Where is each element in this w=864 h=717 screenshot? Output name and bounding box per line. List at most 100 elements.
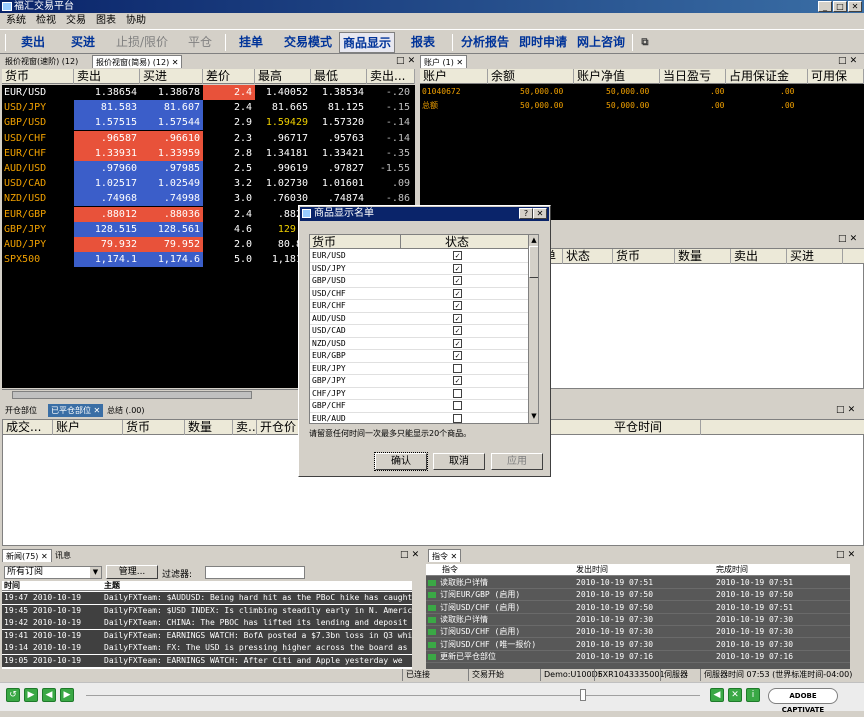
- col-pos-currency[interactable]: 货币: [123, 420, 185, 435]
- buy-button[interactable]: 买进: [64, 32, 102, 53]
- col-subject[interactable]: 主题: [104, 581, 120, 591]
- news-subscription-select[interactable]: 所有订阅 ▼: [4, 566, 102, 579]
- instant-apply-button[interactable]: 即时申请: [517, 32, 569, 53]
- command-row[interactable]: 读取账户详情 2010-10-19 07:51 2010-10-19 07:51: [426, 577, 850, 589]
- account-row[interactable]: 总额 50,000.00 50,000.00 .00 .00: [420, 99, 860, 113]
- col-time[interactable]: 时间: [4, 581, 20, 591]
- progress-track[interactable]: [86, 695, 700, 696]
- col-pos-account[interactable]: 账户: [53, 420, 123, 435]
- product-list-scroll-thumb[interactable]: [529, 246, 538, 278]
- product-checkbox[interactable]: [453, 413, 462, 423]
- product-checkbox[interactable]: ✓: [453, 263, 462, 273]
- menu-chart[interactable]: 图表: [96, 13, 116, 29]
- product-list-item[interactable]: GBP/JPY ✓: [310, 375, 528, 388]
- news-row[interactable]: 19:05 2010-10-19 DailyFXTeam: EARNINGS WA…: [2, 654, 412, 667]
- col-spread[interactable]: 差价: [203, 69, 255, 84]
- minimize-button[interactable]: _: [818, 1, 832, 12]
- product-list-item[interactable]: CHF/JPY: [310, 388, 528, 400]
- dialog-close-icon[interactable]: ✕: [533, 208, 547, 219]
- next-icon[interactable]: ▶: [60, 688, 74, 702]
- report-button[interactable]: 报表: [405, 32, 441, 53]
- tab-open-positions[interactable]: 开仓部位: [2, 404, 40, 417]
- account-panel-close-icon[interactable]: □ ✕: [838, 55, 857, 68]
- menu-system[interactable]: 系统: [6, 13, 26, 29]
- scroll-up-icon[interactable]: ▲: [529, 235, 538, 245]
- product-checkbox[interactable]: [453, 401, 462, 410]
- chevron-down-icon[interactable]: ▼: [90, 567, 101, 578]
- tab-messages[interactable]: 讯息: [52, 549, 74, 562]
- dialog-col-currency[interactable]: 货币: [312, 235, 336, 249]
- product-list-item[interactable]: USD/CHF ✓: [310, 288, 528, 300]
- tab-quotes-advanced[interactable]: 报价视窗(速阶) (12): [2, 55, 81, 68]
- col-usable-margin[interactable]: 可用保: [808, 69, 864, 84]
- menu-help[interactable]: 协助: [126, 13, 146, 29]
- tab-news[interactable]: 新闻(75) ✕: [2, 549, 52, 562]
- product-list-item[interactable]: GBP/USD ✓: [310, 275, 528, 288]
- play-icon[interactable]: ▶: [24, 688, 38, 702]
- col-pos-qty[interactable]: 数量: [185, 420, 233, 435]
- quotes-panel-close-icon[interactable]: □ ✕: [396, 55, 415, 68]
- quote-row[interactable]: USD/JPY 81.583 81.607 2.4 81.665 81.125 -.15: [2, 100, 415, 116]
- tab-closed-positions[interactable]: 已平仓部位 ✕: [48, 404, 104, 417]
- info-icon[interactable]: i: [746, 688, 760, 702]
- tab-account[interactable]: 账户 (1) ✕: [420, 55, 468, 68]
- filter-input[interactable]: [205, 566, 305, 579]
- apply-button[interactable]: 应用: [491, 453, 543, 470]
- command-vscrollbar[interactable]: [850, 564, 862, 669]
- product-checkbox[interactable]: ✓: [453, 288, 462, 298]
- quote-row[interactable]: EUR/CHF 1.33931 1.33959 2.8 1.34181 1.33421 -.…: [2, 145, 415, 161]
- rewind-icon[interactable]: ↺: [6, 688, 20, 702]
- product-list-item[interactable]: NZD/USD ✓: [310, 338, 528, 350]
- product-checkbox[interactable]: ✓: [453, 313, 462, 323]
- col-command[interactable]: 指令: [442, 564, 458, 576]
- command-row[interactable]: 更新已平仓部位 2010-10-19 07:16 2010-10-19 07:16: [426, 651, 850, 663]
- account-row[interactable]: 01040672 50,000.00 50,000.00 .00 .00: [420, 85, 860, 99]
- col-order-buy[interactable]: 买进: [787, 249, 843, 264]
- product-list-item[interactable]: USD/CAD ✓: [310, 325, 528, 338]
- scroll-down-icon[interactable]: ▼: [529, 411, 538, 421]
- command-row[interactable]: 订阅USD/CHF (启用) 2010-10-19 07:30 2010-10-19…: [426, 626, 850, 639]
- product-list-item[interactable]: USD/JPY ✓: [310, 263, 528, 275]
- menu-view[interactable]: 检视: [36, 13, 56, 29]
- news-row[interactable]: 19:41 2010-10-19 DailyFXTeam: EARNINGS WA…: [2, 629, 412, 642]
- product-list-item[interactable]: EUR/USD ✓: [310, 250, 528, 263]
- news-row[interactable]: 19:47 2010-10-19 DailyFXTeam: $AUDUSD: Be…: [2, 592, 412, 604]
- tab-commands[interactable]: 指令 ✕: [428, 549, 462, 562]
- command-row[interactable]: 订阅USD/CHF (启用) 2010-10-19 07:50 2010-10-19…: [426, 602, 850, 614]
- news-row[interactable]: 19:45 2010-10-19 DailyFXTeam: $USD INDEX:…: [2, 604, 412, 617]
- product-list-item[interactable]: EUR/CHF ✓: [310, 300, 528, 313]
- command-row[interactable]: 订阅USD/CHF (唯一报价) 2010-10-19 07:30 2010-10-…: [426, 639, 850, 651]
- cancel-button[interactable]: 取消: [433, 453, 485, 470]
- stop-limit-button[interactable]: 止损/限价: [112, 32, 172, 53]
- col-trade-id[interactable]: 成交...: [3, 420, 53, 435]
- manage-button[interactable]: 管理...: [106, 565, 158, 579]
- quotes-hscroll-thumb[interactable]: [12, 391, 252, 399]
- col-balance[interactable]: 余额: [488, 69, 574, 84]
- col-sell[interactable]: 卖出: [74, 69, 140, 84]
- news-row[interactable]: 19:42 2010-10-19 DailyFXTeam: CHINA: The …: [2, 617, 412, 629]
- quote-row[interactable]: USD/CAD 1.02517 1.02549 3.2 1.02730 1.01601 .0…: [2, 176, 415, 192]
- product-checkbox[interactable]: [453, 363, 462, 373]
- confirm-button[interactable]: 确认: [374, 452, 428, 471]
- col-low[interactable]: 最低: [311, 69, 367, 84]
- analysis-report-button[interactable]: 分析报告: [459, 32, 511, 53]
- close-button[interactable]: ✕: [848, 1, 862, 12]
- online-consult-button[interactable]: 网上咨询: [575, 32, 627, 53]
- product-list-item[interactable]: EUR/AUD: [310, 413, 528, 424]
- col-done-time[interactable]: 完成时间: [716, 564, 748, 576]
- sell-button[interactable]: 卖出: [14, 32, 52, 53]
- news-close-icon[interactable]: □ ✕: [400, 549, 419, 562]
- col-equity[interactable]: 账户净值: [574, 69, 660, 84]
- quote-row[interactable]: USD/CHF .96587.96610 2.3 .96717 .95763 -.14: [2, 130, 415, 146]
- col-high[interactable]: 最高: [255, 69, 311, 84]
- product-list-item[interactable]: EUR/GBP ✓: [310, 350, 528, 363]
- product-checkbox[interactable]: ✓: [453, 351, 462, 360]
- product-list-vscrollbar[interactable]: ▲ ▼: [528, 235, 538, 423]
- col-status[interactable]: 状态: [563, 249, 613, 264]
- trade-mode-button[interactable]: 交易模式: [280, 32, 336, 53]
- product-checkbox[interactable]: ✓: [453, 276, 462, 285]
- command-row[interactable]: 读取账户详情 2010-10-19 07:30 2010-10-19 07:30: [426, 614, 850, 626]
- product-checkbox[interactable]: ✓: [453, 338, 462, 348]
- exit-icon[interactable]: ✕: [728, 688, 742, 702]
- order-button[interactable]: 挂单: [233, 32, 269, 53]
